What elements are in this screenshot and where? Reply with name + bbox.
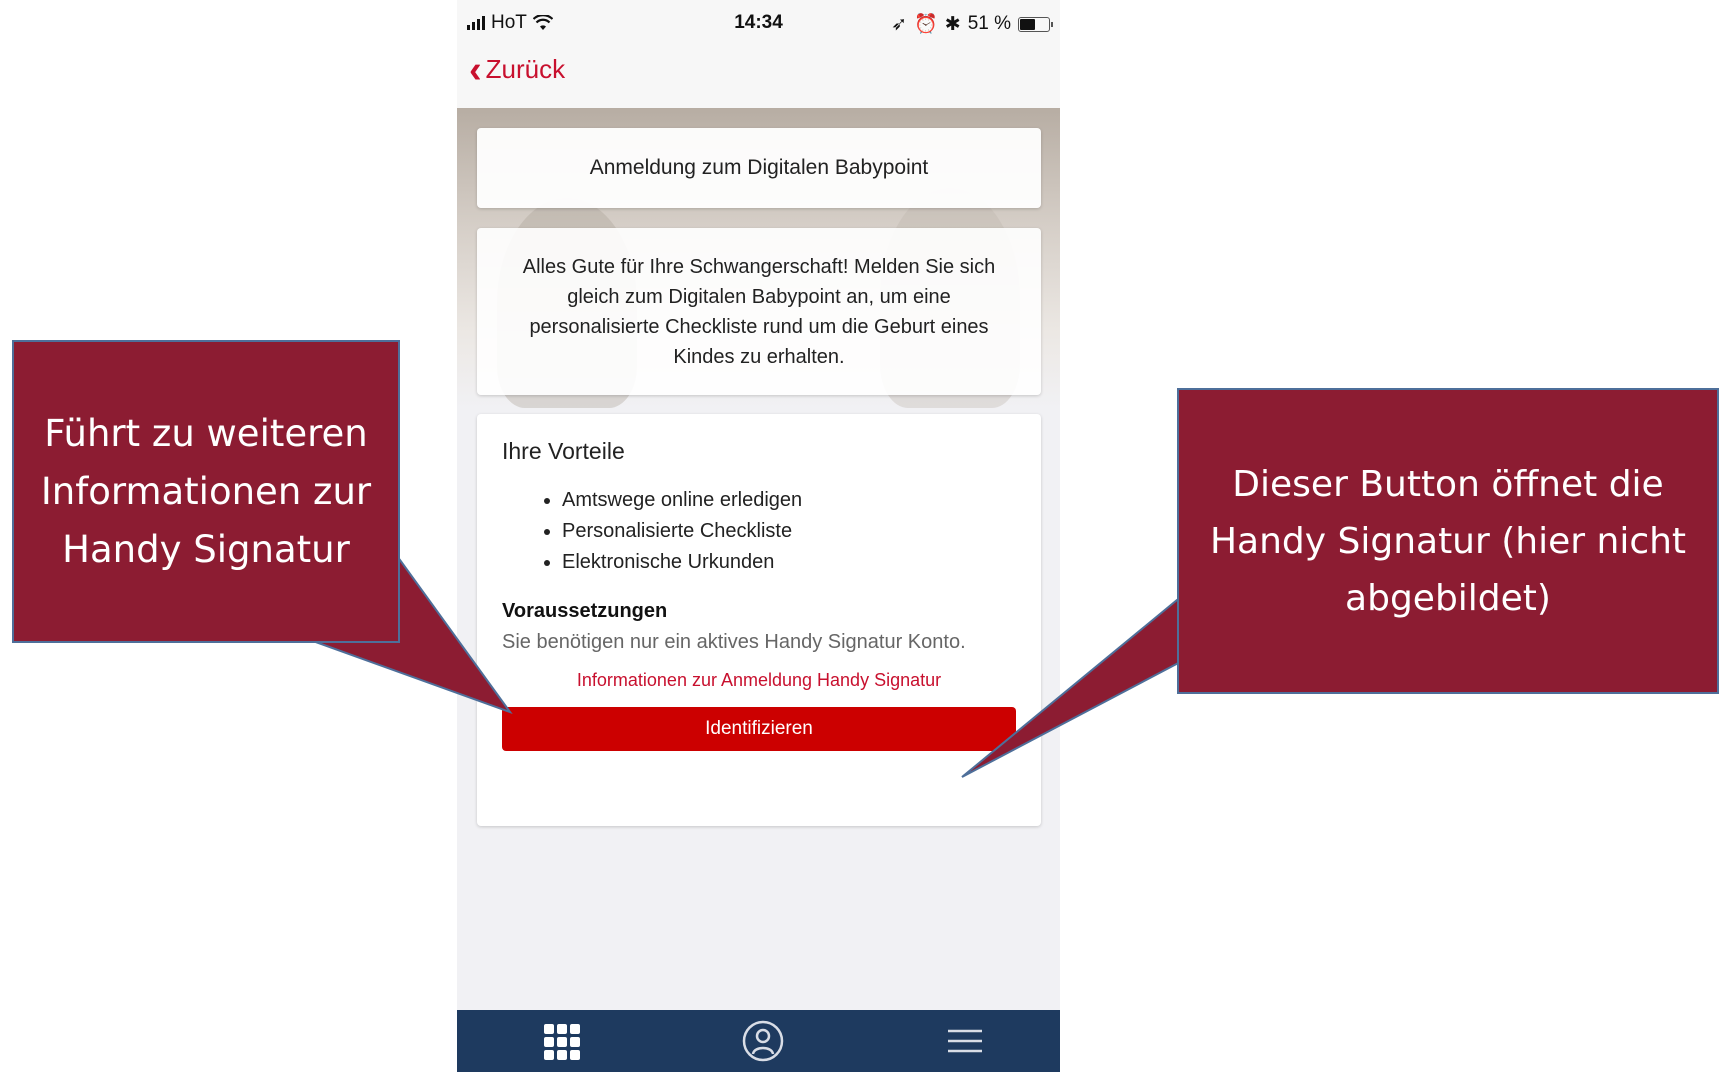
- right-callout-text: Dieser Button öffnet die Handy Signatur …: [1209, 463, 1687, 619]
- list-item: Elektronische Urkunden: [562, 547, 1016, 578]
- menu-icon[interactable]: [942, 1018, 988, 1064]
- grid-icon[interactable]: [539, 1018, 585, 1064]
- battery-percent: 51 %: [967, 13, 1011, 34]
- phone-screen: HoT 14:34 ➶ ⏰ ✱ 51 % ‹ Zurück Anmeldung …: [457, 0, 1060, 1072]
- info-handy-signatur-link[interactable]: Informationen zur Anmeldung Handy Signat…: [502, 670, 1016, 691]
- intro-card: Alles Gute für Ihre Schwangerschaft! Mel…: [477, 228, 1041, 395]
- left-callout: Führt zu weiteren Informationen zur Hand…: [12, 340, 400, 643]
- list-item: Personalisierte Checkliste: [562, 516, 1016, 547]
- voraussetzungen-heading: Voraussetzungen: [502, 600, 668, 622]
- battery-icon: [1018, 16, 1053, 32]
- bluetooth-icon: ✱: [944, 13, 961, 35]
- main-card: Ihre Vorteile Amtswege online erledigen …: [477, 414, 1041, 826]
- vorteile-list: Amtswege online erledigen Personalisiert…: [502, 485, 1016, 578]
- location-icon: ➶: [891, 13, 908, 35]
- profile-icon[interactable]: [740, 1018, 786, 1064]
- status-right: ➶ ⏰ ✱ 51 %: [891, 12, 1053, 36]
- vorteile-heading: Ihre Vorteile: [502, 438, 625, 464]
- back-label: Zurück: [485, 54, 566, 84]
- back-button[interactable]: ‹ Zurück: [469, 48, 566, 91]
- intro-text: Alles Gute für Ihre Schwangerschaft! Mel…: [522, 255, 996, 368]
- identify-button[interactable]: Identifizieren: [502, 707, 1016, 751]
- right-callout: Dieser Button öffnet die Handy Signatur …: [1177, 388, 1719, 694]
- page-title: Anmeldung zum Digitalen Babypoint: [589, 156, 929, 179]
- voraussetzungen-text: Sie benötigen nur ein aktives Handy Sign…: [502, 631, 966, 653]
- left-callout-text: Führt zu weiteren Informationen zur Hand…: [40, 411, 372, 571]
- navigation-bar: ‹ Zurück: [457, 44, 1060, 109]
- alarm-icon: ⏰: [914, 14, 938, 35]
- tab-bar: [457, 1010, 1060, 1072]
- list-item: Amtswege online erledigen: [562, 485, 1016, 516]
- chevron-left-icon: ‹: [469, 48, 482, 91]
- title-card: Anmeldung zum Digitalen Babypoint: [477, 128, 1041, 208]
- status-bar: HoT 14:34 ➶ ⏰ ✱ 51 %: [457, 0, 1060, 44]
